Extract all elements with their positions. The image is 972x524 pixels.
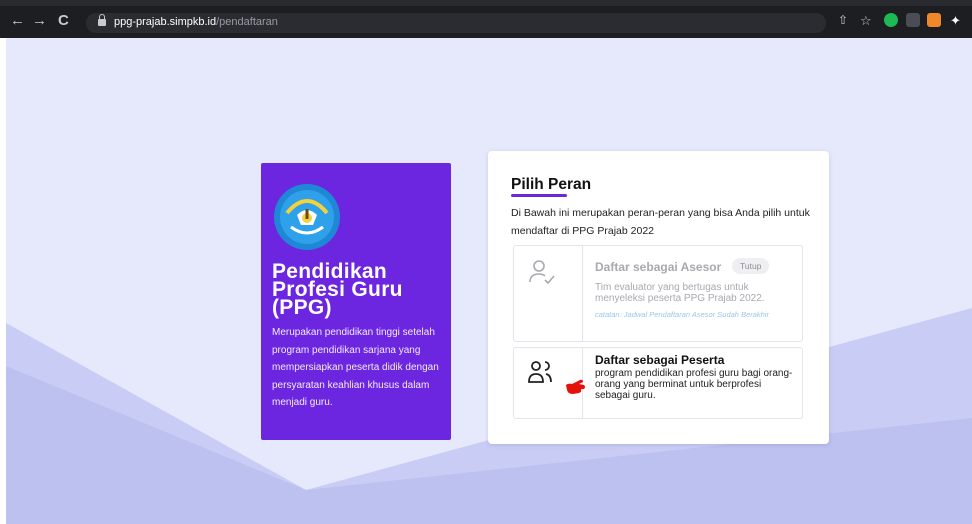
ppg-brand-card: Pendidikan Profesi Guru (PPG) Merupakan … <box>261 163 451 440</box>
title-underline <box>511 194 567 197</box>
page-content: Pendidikan Profesi Guru (PPG) Merupakan … <box>6 38 972 524</box>
url-path: /pendaftaran <box>216 16 278 28</box>
peserta-option-title[interactable]: Daftar sebagai Peserta <box>595 353 724 367</box>
ppg-title: Pendidikan Profesi Guru (PPG) <box>272 261 444 319</box>
grammarly-extension-icon[interactable] <box>884 13 898 27</box>
ppg-title-line-3: (PPG) <box>272 296 332 319</box>
tab-strip <box>0 0 972 6</box>
back-button[interactable]: ← <box>10 13 25 28</box>
option-icon-column <box>514 246 583 341</box>
address-bar[interactable]: ppg-prajab.simpkb.id/pendaftaran <box>86 13 826 33</box>
role-card-title: Pilih Peran <box>511 176 592 193</box>
role-card-description: Di Bawah ini merupakan peran-peran yang … <box>511 207 810 237</box>
closed-status-badge: Tutup <box>732 258 770 274</box>
url-host: ppg-prajab.simpkb.id <box>114 16 217 28</box>
forward-button[interactable]: → <box>32 13 47 28</box>
url-text: ppg-prajab.simpkb.id/pendaftaran <box>114 16 278 28</box>
pointing-hand-cursor-icon <box>566 379 585 394</box>
option-icon-column <box>514 348 585 418</box>
browser-toolbar: ← → C ppg-prajab.simpkb.id/pendaftaran ⇧… <box>0 0 972 38</box>
bookmark-star-icon[interactable]: ☆ <box>860 13 872 28</box>
asesor-option-description: Tim evaluator yang bertugas untuk menyel… <box>595 282 765 304</box>
asesor-option: Daftar sebagai Asesor Tutup Tim evaluato… <box>513 245 803 342</box>
asesor-option-note: catatan: Jadwal Pendaftaran Asesor Sudah… <box>595 310 769 319</box>
puzzle-extensions-icon[interactable]: ✦ <box>950 13 961 28</box>
share-icon[interactable]: ⇧ <box>838 13 848 28</box>
user-check-icon <box>529 260 555 285</box>
ppg-description: Merupakan pendidikan tinggi setelah prog… <box>272 327 439 408</box>
peserta-option-description: program pendidikan profesi guru bagi ora… <box>595 368 793 401</box>
extension-icon[interactable] <box>906 13 920 27</box>
reload-button[interactable]: C <box>58 13 69 28</box>
users-icon <box>528 361 552 383</box>
lock-icon <box>98 14 106 26</box>
tut-wuri-handayani-logo-icon <box>274 184 340 250</box>
role-selection-card: Pilih Peran Di Bawah ini merupakan peran… <box>488 151 829 444</box>
peserta-option[interactable]: Daftar sebagai Peserta program pendidika… <box>513 347 803 419</box>
extension-orange-icon[interactable] <box>927 13 941 27</box>
asesor-option-title: Daftar sebagai Asesor <box>595 260 722 274</box>
